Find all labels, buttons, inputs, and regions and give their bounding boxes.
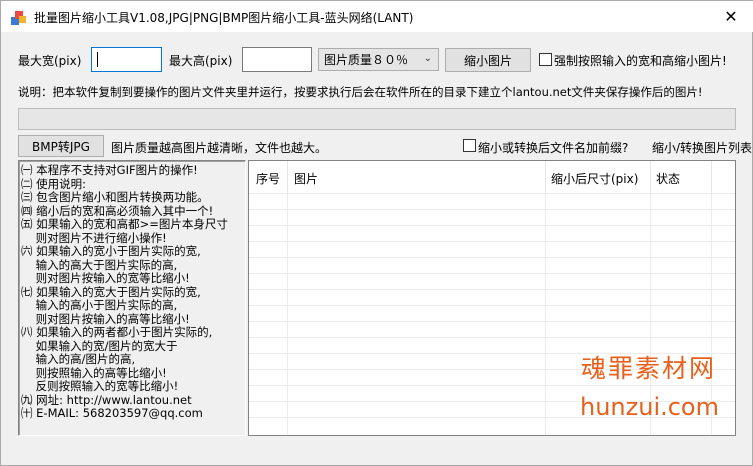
- text-caret: [97, 52, 98, 67]
- instruction-line: ㈤ 如果输入的宽和高都>=图片本身尺寸: [21, 217, 228, 231]
- instruction-line: 输入的高大于图片实际的高,: [21, 257, 178, 272]
- max-height-input[interactable]: [242, 47, 312, 72]
- quality-selected-value: 图片质量８０％: [324, 53, 409, 67]
- grid-line: [249, 337, 735, 338]
- column-header-index[interactable]: 序号: [256, 170, 280, 187]
- force-resize-checkbox[interactable]: [539, 53, 552, 66]
- instruction-line: ㈥ 如果输入的宽小于图片实际的宽,: [21, 244, 201, 258]
- grid-line: [249, 273, 735, 274]
- grid-line: [249, 385, 735, 386]
- grid-line: [249, 241, 735, 242]
- shrink-button-label: 缩小图片: [463, 53, 512, 68]
- grid-line: [249, 193, 735, 194]
- instruction-line: ㈠ 本程序不支持对GIF图片的操作!: [21, 163, 198, 177]
- instruction-line: 则对图片不进行缩小操作!: [21, 230, 167, 245]
- instruction-line: ㈢ 包含图片缩小和图片转换两功能。: [21, 190, 209, 204]
- app-icon: [11, 11, 26, 25]
- instruction-line: 输入的高小于图片实际的高,: [21, 298, 178, 312]
- grid-line: [545, 193, 546, 435]
- chevron-down-icon: ⌄: [423, 53, 432, 64]
- instruction-line: ㈣ 缩小后的宽和高必须输入其中一个!: [21, 203, 214, 218]
- max-width-label: 最大宽(pix): [18, 54, 82, 68]
- grid-line: [249, 225, 735, 226]
- force-resize-label[interactable]: 强制按照输入的宽和高缩小图片!: [554, 52, 727, 69]
- quality-select[interactable]: 图片质量８０％ ⌄: [318, 48, 439, 71]
- list-header: 序号 图片 缩小后尺寸(pix) 状态: [249, 161, 735, 193]
- column-divider[interactable]: [545, 161, 546, 193]
- column-header-size[interactable]: 缩小后尺寸(pix): [551, 170, 638, 187]
- grid-line: [249, 289, 735, 290]
- instructions-panel: ㈠ 本程序不支持对GIF图片的操作! ㈡ 使用说明: ㈢ 包含图片缩小和图片转换…: [18, 160, 246, 436]
- description-text: 说明：把本软件复制到要操作的图片文件夹里并运行，按要求执行后会在软件所在的目录下…: [18, 85, 703, 99]
- instruction-line: ㈡ 使用说明:: [21, 176, 87, 191]
- watermark-url: hunzui.com: [580, 393, 719, 421]
- instruction-line: ㈧ 如果输入的两者都小于图片实际的,: [21, 325, 213, 339]
- max-height-label: 最大高(pix): [169, 54, 233, 68]
- column-divider[interactable]: [711, 161, 712, 193]
- instruction-line: ㈩ E-MAIL: 568203597@qq.com: [21, 406, 203, 420]
- bmp-to-jpg-label: BMP转JPG: [32, 139, 90, 154]
- instruction-line: 则对图片按输入的宽等比缩小!: [21, 271, 190, 285]
- close-icon: ✕: [724, 7, 738, 26]
- instruction-line: ㈦ 如果输入的宽大于图片实际的宽,: [21, 284, 201, 299]
- title-bar[interactable]: 批量图片缩小工具V1.08,JPG|PNG|BMP图片缩小工具-蓝头网络(LAN…: [1, 1, 753, 32]
- instruction-line: 则对图片按输入的高等比缩小!: [21, 311, 190, 326]
- instruction-line: 输入的高/图片的高,: [21, 352, 136, 366]
- instruction-line: 如果输入的宽/图片的宽大于: [21, 338, 178, 353]
- instruction-line: 则按照输入的高等比缩小!: [21, 365, 167, 380]
- max-width-input[interactable]: [91, 47, 162, 72]
- instruction-line: ㈨ 网址: http://www.lantou.net: [21, 392, 192, 407]
- column-divider[interactable]: [287, 161, 288, 193]
- close-button[interactable]: ✕: [708, 1, 753, 32]
- app-window: 批量图片缩小工具V1.08,JPG|PNG|BMP图片缩小工具-蓝头网络(LAN…: [0, 0, 753, 466]
- column-divider[interactable]: [650, 161, 651, 193]
- bmp-to-jpg-button[interactable]: BMP转JPG: [18, 135, 104, 157]
- instruction-line: 反则按照输入的宽等比缩小!: [21, 379, 179, 393]
- progress-bar: [18, 108, 736, 130]
- column-header-status[interactable]: 状态: [656, 170, 680, 187]
- grid-line: [287, 193, 288, 435]
- window-title: 批量图片缩小工具V1.08,JPG|PNG|BMP图片缩小工具-蓝头网络(LAN…: [34, 11, 414, 25]
- watermark-text: 魂罪素材网: [581, 354, 717, 383]
- grid-line: [249, 257, 735, 258]
- prefix-checkbox-label[interactable]: 缩小或转换后文件名加前缀?: [478, 139, 628, 156]
- grid-line: [249, 209, 735, 210]
- list-title: 缩小/转换图片列表: [652, 141, 753, 155]
- grid-line: [249, 321, 735, 322]
- shrink-button[interactable]: 缩小图片: [445, 48, 531, 72]
- prefix-checkbox[interactable]: [463, 139, 476, 152]
- grid-line: [249, 305, 735, 306]
- quality-note: 图片质量越高图片越清晰，文件也越大。: [111, 141, 328, 155]
- column-header-image[interactable]: 图片: [294, 170, 318, 187]
